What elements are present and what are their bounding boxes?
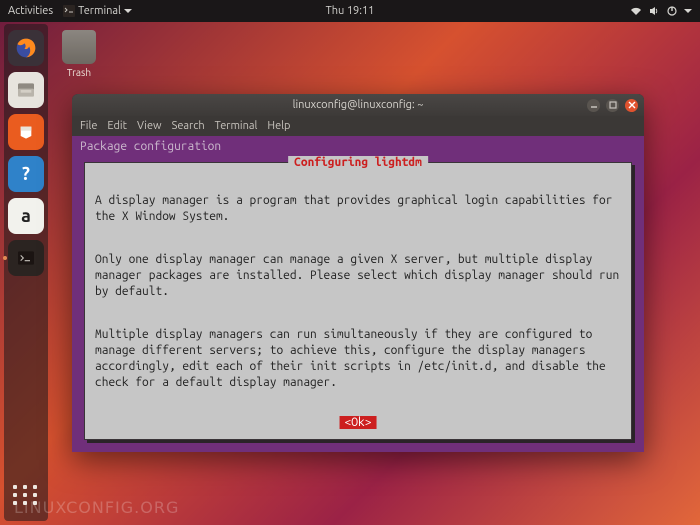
dialog-paragraph: A display manager is a program that prov…	[95, 193, 621, 225]
desktop-trash[interactable]: Trash	[56, 30, 102, 78]
terminal-menubar: File Edit View Search Terminal Help	[72, 116, 644, 136]
dialog-title: Configuring lightdm	[288, 156, 428, 169]
menu-help[interactable]: Help	[267, 120, 290, 132]
menu-terminal[interactable]: Terminal	[215, 120, 258, 132]
menu-edit[interactable]: Edit	[107, 120, 127, 132]
terminal-window: linuxconfig@linuxconfig: ~ File Edit Vie…	[72, 94, 644, 452]
network-icon	[630, 5, 642, 17]
watermark: LINUXCONFIG.ORG	[14, 498, 179, 517]
window-close-button[interactable]	[625, 99, 638, 112]
status-area[interactable]	[630, 5, 692, 17]
menu-file[interactable]: File	[80, 120, 97, 132]
menu-view[interactable]: View	[137, 120, 162, 132]
files-launcher[interactable]	[8, 72, 44, 108]
maximize-icon	[609, 101, 617, 109]
debconf-header: Package configuration	[80, 140, 636, 153]
window-title: linuxconfig@linuxconfig: ~	[293, 99, 424, 111]
minimize-icon	[590, 101, 598, 109]
app-menu-label: Terminal	[78, 5, 121, 17]
dialog-paragraph: Multiple display managers can run simult…	[95, 327, 621, 392]
chevron-down-icon	[124, 9, 132, 13]
question-icon: ?	[22, 164, 30, 184]
menu-search[interactable]: Search	[172, 120, 205, 132]
chevron-down-icon	[684, 9, 692, 13]
debconf-dialog: Configuring lightdm A display manager is…	[84, 162, 632, 440]
app-menu-button[interactable]: Terminal	[63, 5, 132, 17]
clock[interactable]: Thu 19:11	[326, 5, 375, 17]
firefox-launcher[interactable]	[8, 30, 44, 66]
amazon-launcher[interactable]: a	[8, 198, 44, 234]
window-titlebar[interactable]: linuxconfig@linuxconfig: ~	[72, 94, 644, 116]
activities-button[interactable]: Activities	[8, 5, 53, 17]
close-icon	[628, 101, 636, 109]
ubuntu-dock: ? a	[4, 24, 48, 521]
terminal-launcher[interactable]	[8, 240, 44, 276]
gnome-top-bar: Activities Terminal Thu 19:11	[0, 0, 700, 22]
dialog-paragraph: Only one display manager can manage a gi…	[95, 252, 621, 301]
window-maximize-button[interactable]	[606, 99, 619, 112]
dialog-body: A display manager is a program that prov…	[95, 177, 621, 405]
trash-label: Trash	[56, 67, 102, 78]
trash-icon	[62, 30, 96, 64]
power-icon	[666, 5, 678, 17]
amazon-icon: a	[21, 206, 31, 226]
terminal-icon	[63, 5, 75, 17]
terminal-content: Package configuration Configuring lightd…	[72, 136, 644, 452]
help-launcher[interactable]: ?	[8, 156, 44, 192]
ok-button[interactable]: Ok	[340, 416, 377, 429]
volume-icon	[648, 5, 660, 17]
window-minimize-button[interactable]	[587, 99, 600, 112]
software-launcher[interactable]	[8, 114, 44, 150]
